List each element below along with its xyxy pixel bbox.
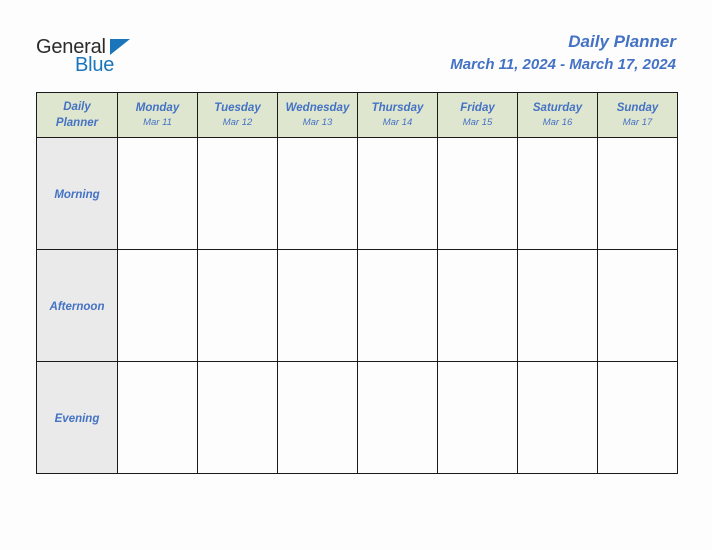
title-block: Daily Planner March 11, 2024 - March 17,… [450,30,676,76]
corner-label-line2: Planner [55,117,99,129]
column-header-thursday: Thursday Mar 14 [357,92,438,138]
slot-afternoon-monday[interactable] [117,249,198,362]
slot-evening-saturday[interactable] [517,361,598,474]
page-title: Daily Planner [568,32,676,51]
slot-morning-wednesday[interactable] [277,137,358,250]
day-name-label: Thursday [371,101,424,114]
day-date-label: Mar 11 [143,116,172,128]
table-corner-header: Daily Planner [36,92,118,138]
day-date-label: Mar 17 [622,116,653,128]
general-blue-logo: General Blue [36,36,236,82]
day-date-label: Mar 12 [222,116,253,128]
table-row-evening: Evening [36,361,678,474]
slot-morning-monday[interactable] [117,137,198,250]
column-header-saturday: Saturday Mar 16 [517,92,598,138]
table-header-row: Daily Planner Monday Mar 11 Tuesday Mar … [36,92,678,138]
slot-morning-tuesday[interactable] [197,137,278,250]
row-label-text: Morning [54,188,100,201]
column-header-sunday: Sunday Mar 17 [597,92,678,138]
day-name-label: Wednesday [285,101,350,114]
slot-afternoon-thursday[interactable] [357,249,438,362]
slot-evening-monday[interactable] [117,361,198,474]
date-range-label: March 11, 2024 - March 17, 2024 [450,56,676,73]
slot-morning-saturday[interactable] [517,137,598,250]
slot-evening-tuesday[interactable] [197,361,278,474]
column-header-tuesday: Tuesday Mar 12 [197,92,278,138]
row-label-text: Afternoon [49,300,105,313]
corner-label-line1: Daily [63,101,91,113]
row-label-morning: Morning [36,137,118,250]
slot-afternoon-tuesday[interactable] [197,249,278,362]
slot-afternoon-saturday[interactable] [517,249,598,362]
day-name-label: Friday [460,101,495,114]
column-header-monday: Monday Mar 11 [117,92,198,138]
daily-planner-table: Daily Planner Monday Mar 11 Tuesday Mar … [36,92,678,474]
row-label-text: Evening [54,412,100,425]
table-row-afternoon: Afternoon [36,249,678,362]
column-header-wednesday: Wednesday Mar 13 [277,92,358,138]
day-date-label: Mar 13 [302,116,333,128]
slot-evening-sunday[interactable] [597,361,678,474]
slot-evening-wednesday[interactable] [277,361,358,474]
day-name-label: Saturday [532,101,583,114]
slot-morning-sunday[interactable] [597,137,678,250]
row-label-afternoon: Afternoon [36,249,118,362]
slot-afternoon-sunday[interactable] [597,249,678,362]
day-name-label: Monday [135,101,180,114]
slot-afternoon-friday[interactable] [437,249,518,362]
slot-afternoon-wednesday[interactable] [277,249,358,362]
slot-morning-thursday[interactable] [357,137,438,250]
blue-triangle-icon [110,39,130,55]
day-name-label: Tuesday [214,101,261,114]
logo-text-blue: Blue [75,54,115,76]
day-date-label: Mar 14 [382,116,413,128]
slot-evening-thursday[interactable] [357,361,438,474]
slot-morning-friday[interactable] [437,137,518,250]
day-date-label: Mar 15 [462,116,493,128]
day-date-label: Mar 16 [542,116,573,128]
row-label-evening: Evening [36,361,118,474]
table-row-morning: Morning [36,137,678,250]
column-header-friday: Friday Mar 15 [437,92,518,138]
slot-evening-friday[interactable] [437,361,518,474]
page-header: General Blue Daily Planner March 11, 202… [0,0,712,88]
day-name-label: Sunday [616,101,659,114]
